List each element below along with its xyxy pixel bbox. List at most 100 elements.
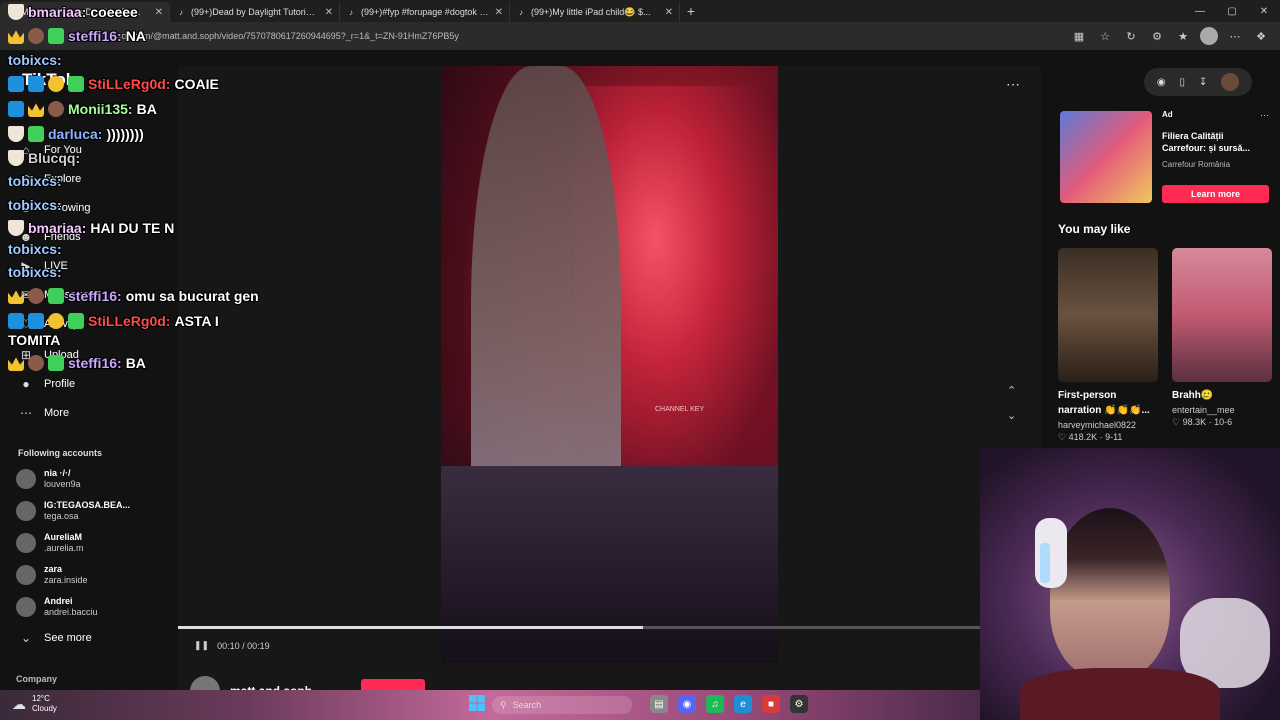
following-account[interactable]: zara zara.inside [16,564,88,586]
sidebar-item-activity[interactable]: ♡ Activity [18,316,79,332]
pause-icon[interactable]: ❚❚ [194,640,209,651]
weather-condition: Cloudy [32,704,57,713]
close-tab-icon[interactable]: ✕ [325,7,333,18]
account-handle: .aurelia.m [44,543,84,553]
refresh-icon[interactable]: ↻ [1122,27,1140,45]
copilot-icon[interactable]: ❖ [1252,27,1270,45]
video-thumbnail[interactable] [1172,248,1272,382]
weather-widget[interactable]: ☁ 12°C Cloudy [12,694,57,714]
following-account[interactable]: AureliaM .aurelia.m [16,532,84,554]
tab-title: Morning Fest in Dead by Da... [21,7,141,17]
streamer-face [1050,508,1170,678]
file-explorer-icon[interactable]: ▤ [650,695,668,713]
video-progress-fill [178,626,644,629]
menu-dots-icon[interactable]: ⋯ [1226,27,1244,45]
taskbar-search[interactable]: ⚲ Search [492,696,632,714]
video-player[interactable]: CHANNEL KEY [441,66,778,663]
browser-tab[interactable]: ♪ Morning Fest in Dead by Da... ✕ [0,2,170,22]
extensions-icon[interactable]: ⚙ [1148,27,1166,45]
learn-more-button[interactable]: Learn more [1162,185,1269,203]
video-thumbnail[interactable] [1058,248,1158,382]
following-account[interactable]: nia ·/·/louven9a [16,468,81,490]
ad-thumbnail[interactable] [1060,111,1152,203]
sidebar-item-live[interactable]: ▶ LIVE [18,258,67,274]
sidebar-item-for-you[interactable]: ⌂ For You [18,142,82,158]
webcam-overlay [980,448,1280,720]
sidebar-item-friends[interactable]: ☻ Friends [18,229,81,245]
chevron-up-icon[interactable]: ⌃ [1007,384,1016,397]
tiktok-favicon-icon: ♪ [349,7,353,17]
see-more-label: See more [44,632,92,644]
sidebar-item-explore[interactable]: ◎ Explore [18,171,82,187]
video-author: entertain__mee [1172,405,1235,415]
coin-icon[interactable]: ◉ [1157,77,1166,88]
ad-title[interactable]: Filiera Calității Carrefour: și sursă... [1162,130,1270,154]
ad-brand: Carrefour România [1162,160,1231,169]
sidebar-item-messages[interactable]: ✉ Messages [18,287,94,303]
browser-tab[interactable]: ♪ (99+)My little iPad child😂 $... ✕ [510,2,680,22]
compass-icon: ◎ [20,172,32,186]
streamer-shirt [1020,668,1220,720]
account-handle: louven9a [44,479,81,489]
recommended-video[interactable]: First-person narration 👏👏👏... harveymich… [1058,248,1158,443]
favorite-star-icon[interactable]: ☆ [1096,27,1114,45]
window-controls: — ▢ ✕ [1184,0,1280,22]
apps-icon[interactable]: ▦ [1070,27,1088,45]
taskbar-apps: ▤ ◉ ♫ e ■ ⚙ [650,695,808,713]
maximize-icon[interactable]: ▢ [1216,0,1248,22]
tab-title: (99+)#fyp #forupage #dogtok #f... [361,7,490,17]
account-handle: zara.inside [44,575,88,585]
close-tab-icon[interactable]: ✕ [665,7,673,18]
account-name: zara [44,564,63,574]
see-more-button[interactable]: ⌄ See more [18,630,92,646]
url-field[interactable]: tiktok.com/@matt.and.soph/video/75707806… [110,28,459,44]
avatar[interactable] [1221,73,1240,91]
video-more-options-icon[interactable]: ⋯ [1006,76,1020,93]
following-accounts-title: Following accounts [18,448,103,458]
sidebar-item-following[interactable]: ☺ Following [18,200,91,216]
following-account[interactable]: Andrei andrei.bacciu [16,596,98,618]
profile-avatar[interactable] [1200,27,1218,45]
discord-icon[interactable]: ◉ [678,695,696,713]
account-name: nia ·/·/ [44,468,71,478]
tiktok-favicon-icon: ♪ [179,7,183,17]
search-placeholder: Search [512,700,542,710]
video-time: 00:10 / 00:19 [217,640,270,651]
following-account[interactable]: IG:TEGAOSA.BEA... tega.osa [16,500,130,522]
close-tab-icon[interactable]: ✕ [155,7,163,18]
sidebar-item-more[interactable]: ⋯ More [18,405,69,421]
messages-icon: ✉ [20,288,32,302]
windows-start-icon[interactable] [468,694,486,712]
sidebar-item-profile[interactable]: ● Profile [18,376,75,392]
edge-icon[interactable]: e [734,695,752,713]
video-scene-desk [441,466,778,663]
steam-icon[interactable]: ⚙ [790,695,808,713]
download-icon[interactable]: ↧ [1199,77,1207,88]
chevron-down-icon[interactable]: ⌄ [1007,409,1016,422]
company-link[interactable]: Company [16,674,57,684]
recommended-video[interactable]: Brahh🥲 entertain__mee ♡ 98.3K · 10-6 [1172,248,1272,428]
minimize-icon[interactable]: — [1184,0,1216,22]
device-icon[interactable]: ▯ [1179,77,1185,88]
favorites-icon[interactable]: ★ [1174,27,1192,45]
spotify-icon[interactable]: ♫ [706,695,724,713]
game-app-icon[interactable]: ■ [762,695,780,713]
ad-more-icon[interactable]: ⋯ [1260,110,1269,121]
video-nav-arrows: ⌃ ⌄ [1007,384,1016,422]
sidebar-item-label: For You [44,144,82,156]
browser-toolbar: ▦ ☆ ↻ ⚙ ★ ⋯ ❖ [1070,27,1270,45]
browser-tab[interactable]: ♪ (99+)#fyp #forupage #dogtok #f... ✕ [340,2,510,22]
close-tab-icon[interactable]: ✕ [495,7,503,18]
sidebar-item-label: Messages [44,289,95,301]
tiktok-logo[interactable]: TikTok [22,70,75,90]
weather-temp: 12°C [32,694,50,703]
video-caption: First-person narration 👏👏👏... [1058,390,1150,416]
video-progress-bar[interactable] [178,626,980,629]
close-window-icon[interactable]: ✕ [1248,0,1280,22]
sidebar-item-upload[interactable]: ⊞ Upload [18,347,79,363]
sidebar-item-label: Explore [44,173,82,185]
sidebar-item-label: Following [44,202,91,214]
new-tab-button[interactable]: + [680,1,702,21]
browser-tab[interactable]: ♪ (99+)Dead by Daylight Tutorial fo... ✕ [170,2,340,22]
you-may-like-title: You may like [1058,222,1131,236]
